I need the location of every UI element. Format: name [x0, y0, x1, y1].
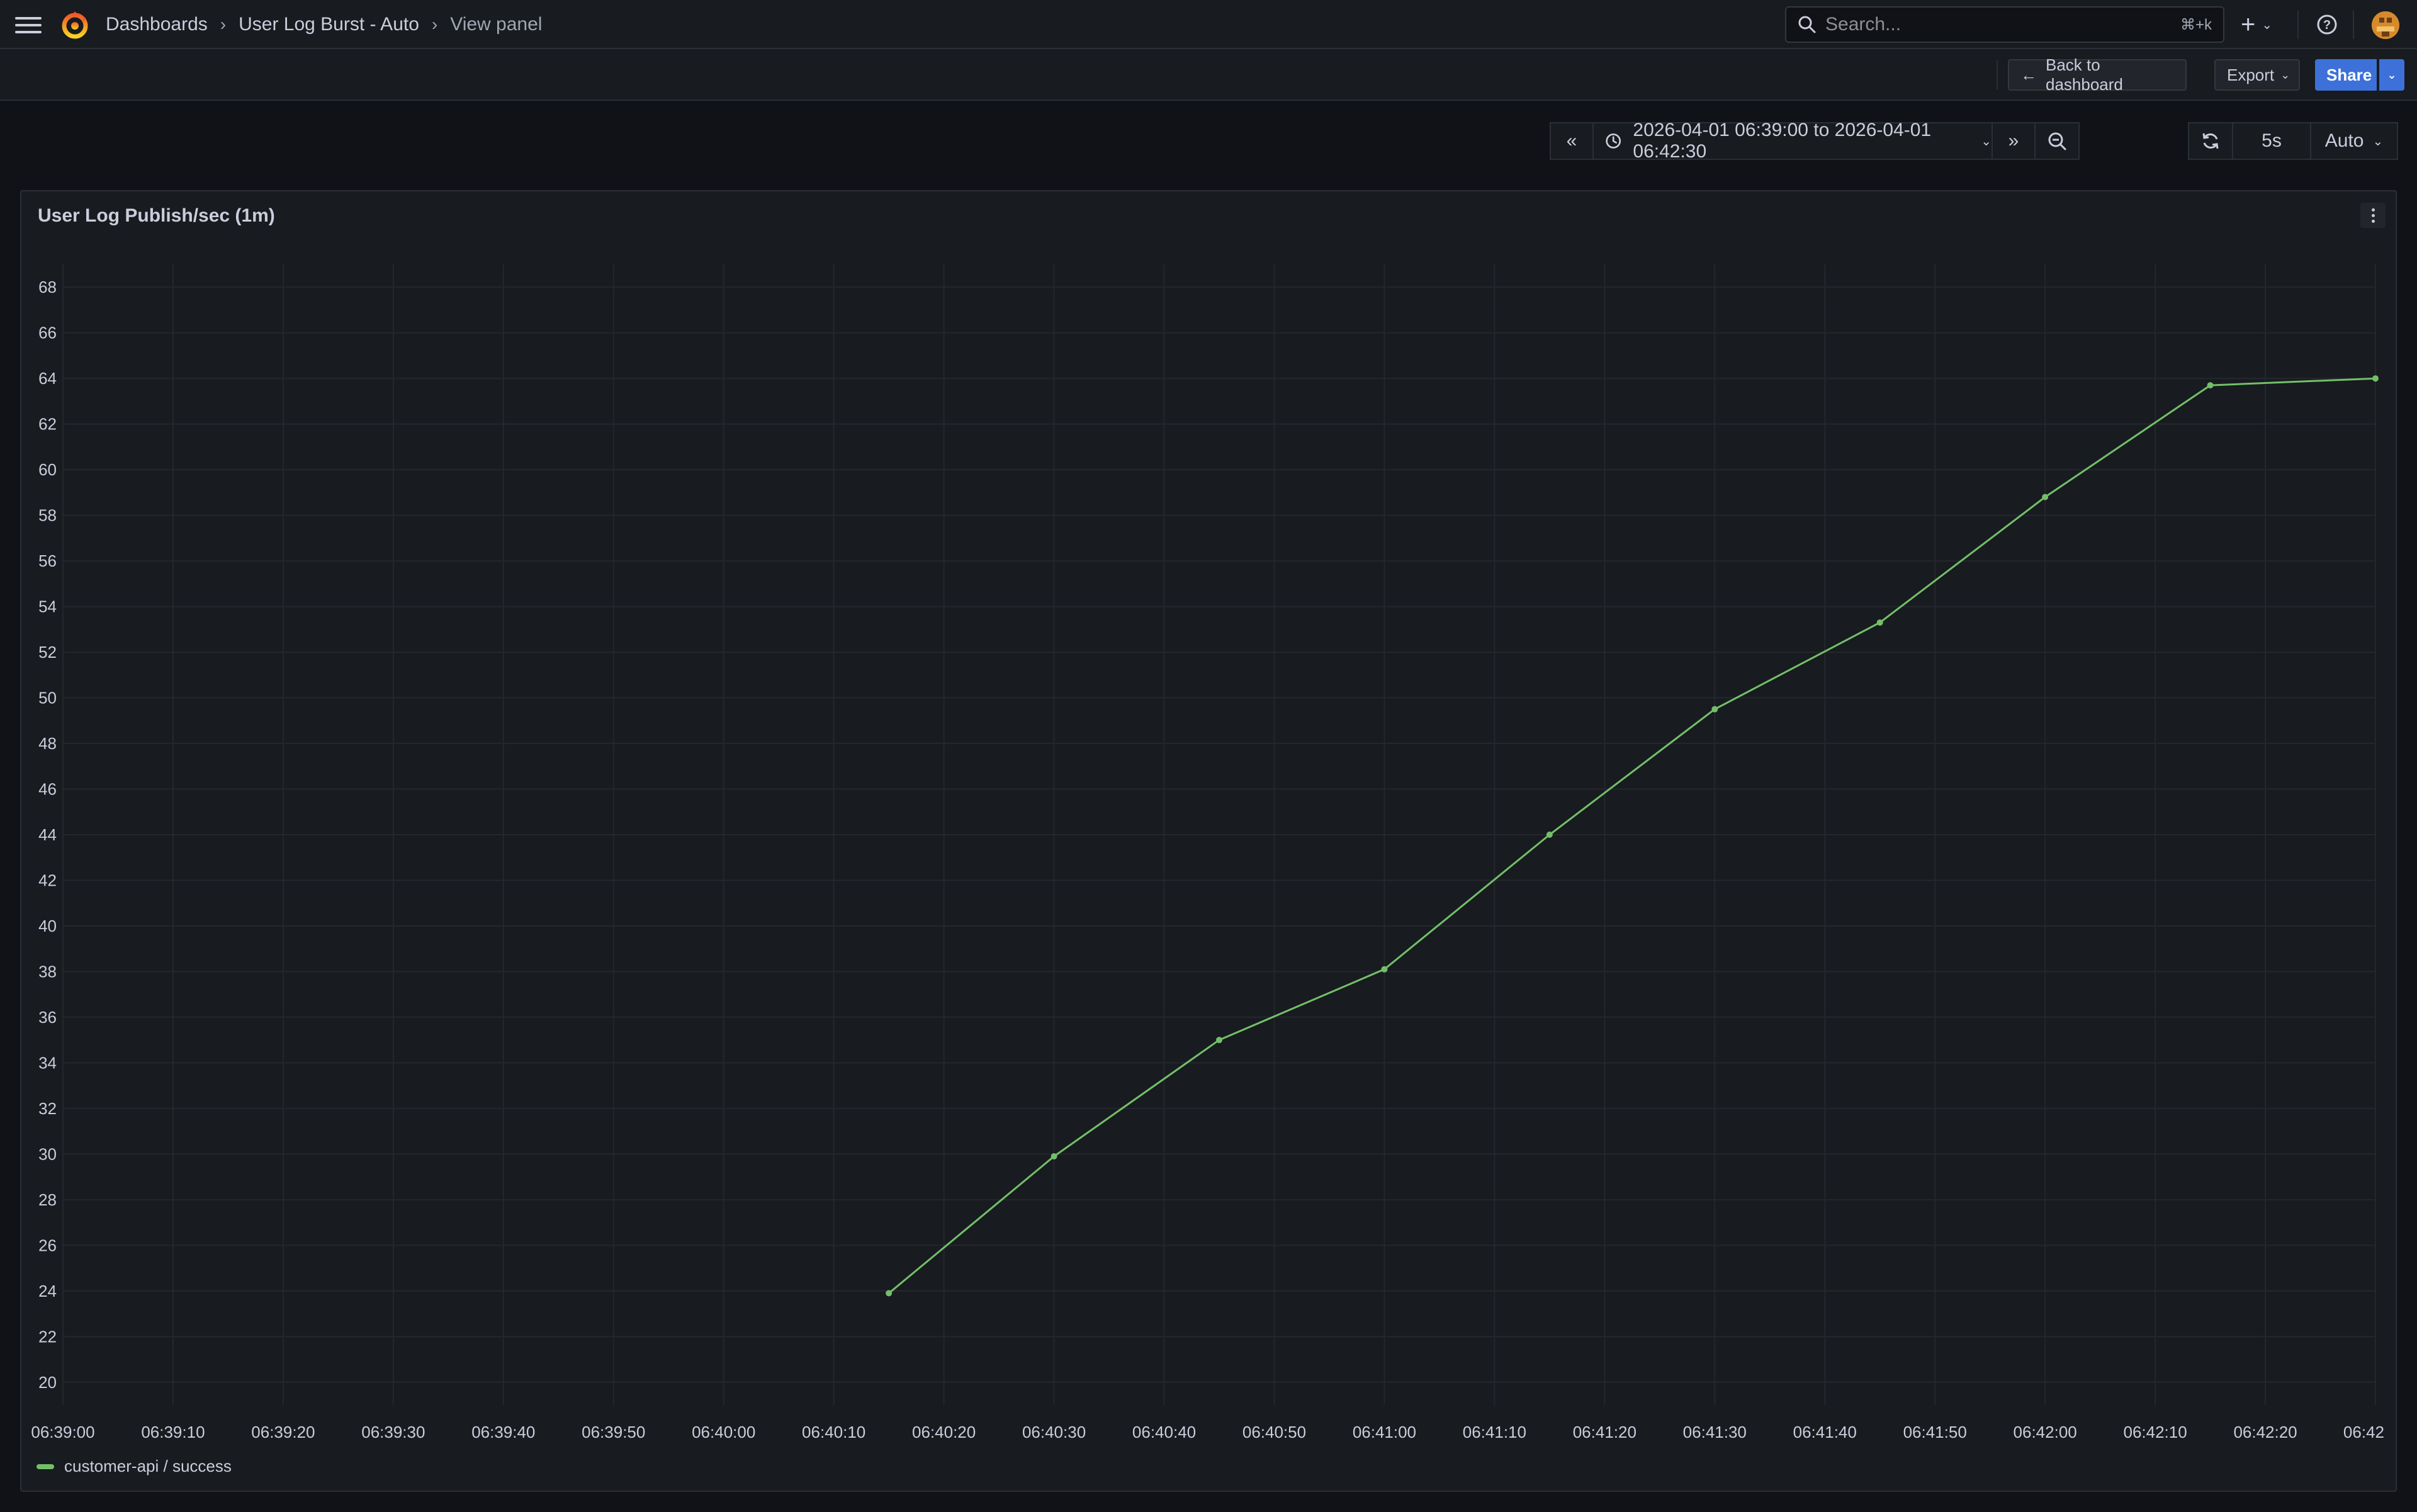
legend-label: customer-api / success [64, 1457, 232, 1475]
search-input[interactable]: Search... ⌘+k [1785, 6, 2224, 43]
divider [2353, 10, 2354, 39]
chevron-down-icon: ⌄ [2262, 18, 2273, 32]
add-button[interactable]: + ⌄ [2241, 11, 2272, 38]
legend-swatch [37, 1464, 54, 1469]
refresh-interval-dropdown[interactable]: Auto ⌄ [2310, 123, 2397, 159]
share-button[interactable]: Share [2315, 59, 2377, 91]
export-button[interactable]: Export ⌄ [2214, 59, 2300, 91]
share-label: Share [2326, 65, 2372, 84]
menu-icon[interactable] [15, 14, 42, 35]
top-navbar: Dashboards › User Log Burst - Auto › Vie… [0, 0, 2417, 49]
refresh-button[interactable] [2189, 123, 2233, 159]
chevron-down-icon: ⌄ [2280, 68, 2290, 81]
svg-text:?: ? [2323, 18, 2331, 32]
refresh-picker: 5s Auto ⌄ [2188, 122, 2398, 160]
back-to-dashboard-label: Back to dashboard [2046, 55, 2123, 94]
time-range-picker: « 2026-04-01 06:39:00 to 2026-04-01 06:4… [1550, 120, 2080, 162]
refresh-interval-label: 5s [2262, 130, 2282, 151]
back-to-dashboard-button[interactable]: ← Back to dashboard [2008, 55, 2187, 94]
search-icon [1798, 16, 1816, 33]
time-range-label: 2026-04-01 06:39:00 to 2026-04-01 06:42:… [1633, 120, 1932, 162]
export-label: Export [2227, 65, 2275, 84]
chevron-down-icon: ⌄ [1981, 134, 1992, 149]
time-shift-back-button[interactable]: « [1551, 123, 1594, 159]
zoom-out-button[interactable] [2036, 123, 2078, 159]
time-shift-forward-button[interactable]: » [1993, 123, 2036, 159]
refresh-mode-label: Auto [2324, 130, 2364, 151]
search-shortcut: ⌘+k [2180, 16, 2212, 33]
grafana-logo-icon[interactable] [59, 9, 91, 40]
panel-title: User Log Publish/sec (1m) [38, 205, 275, 226]
breadcrumb: Dashboards › User Log Burst - Auto › Vie… [106, 0, 542, 49]
refresh-interval-value[interactable]: 5s [2233, 123, 2310, 159]
clock-icon [1606, 133, 1621, 149]
plus-icon: + [2241, 10, 2256, 38]
avatar[interactable] [2372, 11, 2399, 39]
zoom-out-icon [2048, 132, 2066, 150]
chevrons-right-icon: » [2008, 130, 2019, 151]
help-icon[interactable]: ? [2316, 14, 2338, 35]
chevron-right-icon: › [431, 14, 438, 34]
panel: User Log Publish/sec (1m) [20, 190, 2397, 1492]
panel-toolbar: ← Back to dashboard Export ⌄ Share ⌄ [0, 49, 2417, 101]
search-placeholder: Search... [1825, 14, 1901, 35]
breadcrumb-dashboard[interactable]: User Log Burst - Auto [239, 14, 419, 35]
divider [1997, 60, 1998, 89]
refresh-icon [2202, 133, 2219, 149]
chevron-right-icon: › [220, 14, 227, 34]
chevron-down-icon: ⌄ [2372, 134, 2384, 149]
panel-menu-button[interactable] [2360, 203, 2386, 228]
time-range-button[interactable]: 2026-04-01 06:39:00 to 2026-04-01 06:42:… [1594, 120, 1993, 162]
chevron-down-icon: ⌄ [2387, 68, 2397, 81]
chevrons-left-icon: « [1566, 130, 1577, 151]
breadcrumb-current: View panel [450, 14, 543, 35]
breadcrumb-dashboards[interactable]: Dashboards [106, 14, 208, 35]
legend[interactable]: customer-api / success [37, 1457, 232, 1476]
arrow-left-icon: ← [2020, 65, 2037, 84]
more-vertical-icon [2371, 207, 2375, 224]
divider [2297, 10, 2299, 39]
share-dropdown-button[interactable]: ⌄ [2379, 59, 2404, 91]
